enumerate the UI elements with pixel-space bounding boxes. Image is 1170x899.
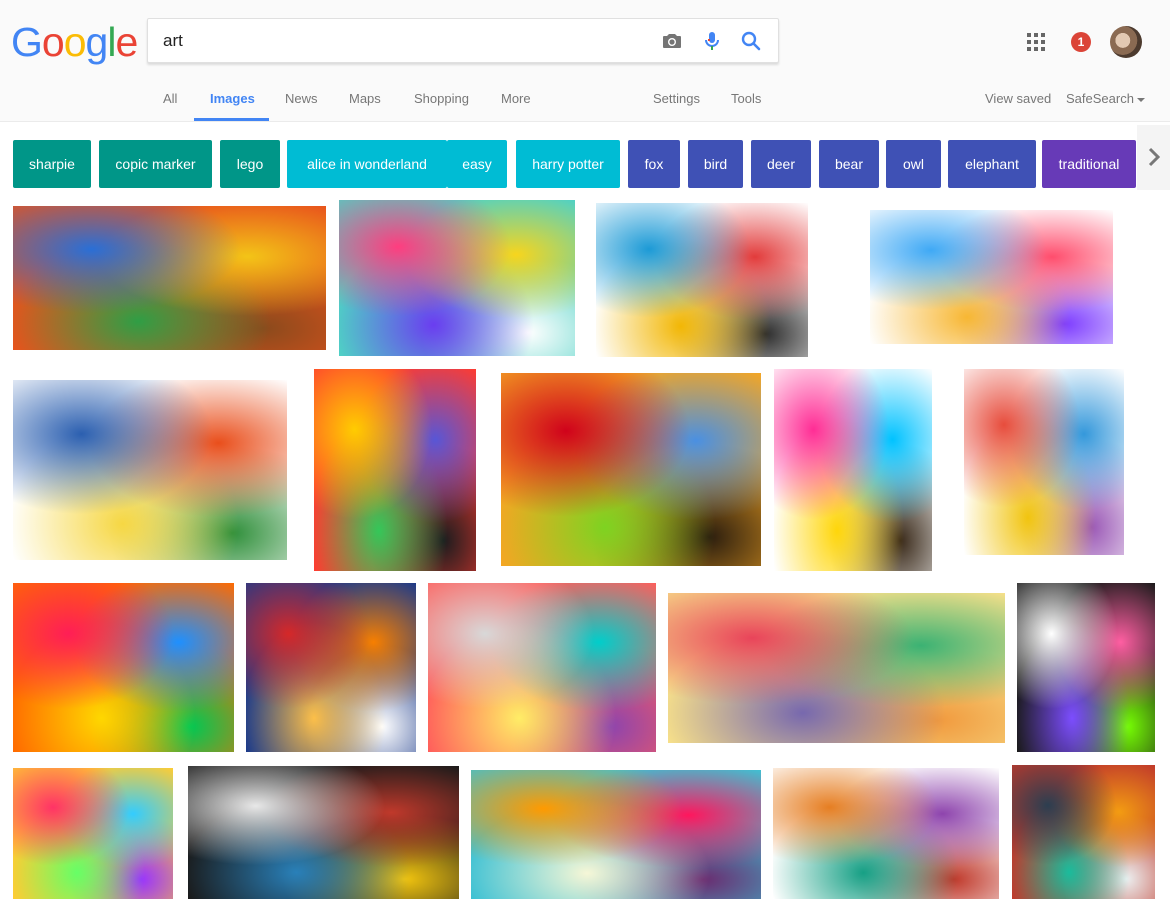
tab-shopping[interactable]: Shopping — [414, 91, 469, 106]
related-search-chip[interactable]: lego — [220, 140, 280, 188]
safesearch-menu[interactable]: SafeSearch — [1066, 91, 1145, 106]
image-result-woman-window-illustration[interactable] — [1017, 583, 1155, 752]
top-bar: Google 1 All Images News Maps Shopping M… — [0, 0, 1170, 122]
related-searches-bar: sharpie copic marker lego alice in wonderla… — [13, 140, 1170, 188]
related-search-chip[interactable]: alice in wonderland — [287, 140, 447, 188]
image-result-lips-portrait-painting[interactable] — [1012, 765, 1155, 899]
related-search-chip[interactable]: harry potter — [516, 140, 620, 188]
safesearch-label: SafeSearch — [1066, 91, 1134, 106]
image-result-abstract-color-clouds[interactable] — [668, 593, 1005, 743]
related-search-chip[interactable]: fox — [628, 140, 680, 188]
tab-all[interactable]: All — [163, 91, 177, 106]
microphone-icon[interactable] — [700, 29, 724, 53]
google-logo[interactable]: Google — [11, 19, 138, 65]
search-input[interactable] — [163, 19, 643, 62]
related-search-chip[interactable]: easy — [447, 140, 507, 188]
related-search-chip[interactable]: sharpie — [13, 140, 91, 188]
image-result-abstract-blue-red-burst[interactable] — [246, 583, 416, 752]
image-result-colorful-textured-wall[interactable] — [428, 583, 656, 752]
search-icon[interactable] — [739, 29, 763, 53]
tab-news[interactable]: News — [285, 91, 318, 106]
image-result-rainbow-tree-painting[interactable] — [774, 369, 932, 571]
related-search-chip[interactable]: elephant — [948, 140, 1036, 188]
search-box[interactable] — [147, 18, 779, 63]
search-tabs: All Images News Maps Shopping More Setti… — [0, 78, 1170, 122]
apps-grid-icon[interactable] — [1027, 33, 1045, 51]
image-result-watercolor-abstract-wash[interactable] — [471, 770, 761, 899]
avatar[interactable] — [1110, 26, 1142, 58]
logo-letter: o — [41, 19, 65, 65]
logo-letter: G — [11, 19, 43, 65]
related-search-chip[interactable]: deer — [751, 140, 811, 188]
tab-images[interactable]: Images — [210, 91, 255, 106]
image-result-colorful-eye-painting[interactable] — [501, 373, 761, 566]
logo-letter: o — [63, 19, 87, 65]
camera-icon[interactable] — [660, 29, 684, 53]
related-search-chip[interactable]: bear — [819, 140, 879, 188]
related-search-chip[interactable]: copic marker — [99, 140, 212, 188]
tab-more[interactable]: More — [501, 91, 531, 106]
image-result-graffiti-face-sunglasses[interactable] — [339, 200, 575, 356]
image-result-palette-splash-logo[interactable] — [870, 210, 1113, 344]
image-result-oil-paint-palette[interactable] — [13, 380, 287, 560]
tab-settings[interactable]: Settings — [653, 91, 700, 106]
tab-tools[interactable]: Tools — [731, 91, 761, 106]
related-search-chip[interactable]: bird — [688, 140, 743, 188]
logo-letter: l — [107, 19, 116, 65]
image-result-watercolor-dog-portrait[interactable] — [964, 369, 1124, 555]
view-saved-link[interactable]: View saved — [985, 91, 1051, 106]
chips-scroll-right-button[interactable] — [1137, 125, 1170, 190]
image-result-colorful-paint-brushes[interactable] — [596, 203, 808, 357]
image-result-paint-brushes-on-palette[interactable] — [13, 206, 326, 350]
image-result-umbrella-woman-painting[interactable] — [314, 369, 476, 571]
logo-letter: g — [85, 19, 109, 65]
related-search-chip[interactable]: owl — [886, 140, 941, 188]
image-result-abstract-orange-strokes[interactable] — [13, 583, 234, 752]
active-tab-indicator — [194, 118, 269, 121]
image-result-graffiti-face-wall[interactable] — [188, 766, 459, 899]
notification-badge[interactable]: 1 — [1071, 32, 1091, 52]
image-result-rainbow-elephant-canvas[interactable] — [13, 768, 173, 899]
logo-letter: e — [115, 19, 138, 65]
tab-maps[interactable]: Maps — [349, 91, 381, 106]
chevron-right-icon — [1148, 147, 1160, 167]
dropdown-arrow-icon — [1136, 97, 1145, 102]
related-search-chip[interactable]: traditional — [1042, 140, 1136, 188]
image-result-arts-word-3d[interactable] — [773, 768, 999, 899]
